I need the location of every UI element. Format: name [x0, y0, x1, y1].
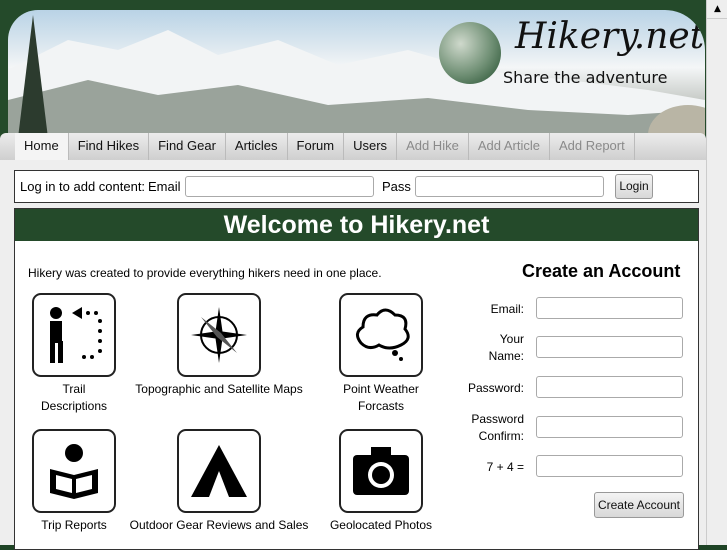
- email-label: Email: [148, 179, 181, 194]
- create-account-title: Create an Account: [522, 261, 681, 281]
- nav-add-article: Add Article: [469, 133, 550, 160]
- nav-find-gear[interactable]: Find Gear: [149, 133, 226, 160]
- captcha-label: 7 + 4 =: [486, 460, 524, 474]
- feature-label: Point Weather Forcasts: [343, 382, 419, 413]
- content-area: Log in to add content: Email Pass Login …: [0, 160, 706, 550]
- signup-password-input[interactable]: [536, 376, 683, 398]
- scroll-up-icon[interactable]: ▲: [707, 0, 727, 19]
- signup-email-input[interactable]: [536, 297, 683, 319]
- nav-users[interactable]: Users: [344, 133, 398, 160]
- feature-weather[interactable]: Point Weather Forcasts: [291, 293, 471, 415]
- reader-icon: [32, 429, 116, 513]
- login-email-input[interactable]: [185, 176, 374, 197]
- hiker-icon: [32, 293, 116, 377]
- logo-globe-icon: [439, 22, 501, 84]
- scrollbar[interactable]: ▲: [706, 0, 727, 545]
- site-logo[interactable]: Hikery.net Share the adventure: [433, 14, 705, 104]
- feature-label: Geolocated Photos: [329, 518, 433, 532]
- pass-label: Pass: [382, 179, 411, 194]
- feature-label: Trail Descriptions: [40, 382, 108, 413]
- page: Hikery.net Share the adventure Home Find…: [0, 0, 706, 550]
- tent-icon: [177, 429, 261, 513]
- welcome-heading: Welcome to Hikery.net: [15, 209, 698, 241]
- password-label: Password:: [467, 381, 524, 395]
- main-panel: Welcome to Hikery.net Hikery was created…: [14, 208, 699, 550]
- feature-label: Topographic and Satellite Maps: [135, 382, 303, 396]
- nav-articles[interactable]: Articles: [226, 133, 288, 160]
- confirm-label: Password Confirm:: [471, 412, 524, 443]
- intro-text: Hikery was created to provide everything…: [28, 266, 382, 280]
- signup-confirm-input[interactable]: [536, 416, 683, 438]
- login-button[interactable]: Login: [615, 174, 653, 199]
- camera-icon: [339, 429, 423, 513]
- feature-gear-reviews[interactable]: Outdoor Gear Reviews and Sales: [129, 429, 309, 534]
- create-account-button[interactable]: Create Account: [594, 492, 684, 518]
- email-label: Email:: [490, 302, 524, 316]
- login-password-input[interactable]: [415, 176, 604, 197]
- captcha-input[interactable]: [536, 455, 683, 477]
- compass-icon: [177, 293, 261, 377]
- nav-find-hikes[interactable]: Find Hikes: [69, 133, 150, 160]
- nav-add-report: Add Report: [550, 133, 635, 160]
- name-label: Your Name:: [488, 332, 524, 363]
- nav-add-hike: Add Hike: [397, 133, 469, 160]
- feature-label: Outdoor Gear Reviews and Sales: [129, 518, 309, 532]
- logo-tagline: Share the adventure: [503, 68, 668, 87]
- nav-forum[interactable]: Forum: [288, 133, 345, 160]
- cloud-icon: [339, 293, 423, 377]
- feature-photos[interactable]: Geolocated Photos: [291, 429, 471, 534]
- logo-title: Hikery.net: [515, 16, 705, 57]
- nav-home[interactable]: Home: [15, 133, 69, 160]
- feature-maps[interactable]: Topographic and Satellite Maps: [129, 293, 309, 398]
- header-banner: Hikery.net Share the adventure: [8, 10, 705, 138]
- login-prompt: Log in to add content:: [20, 179, 146, 194]
- main-nav: Home Find Hikes Find Gear Articles Forum…: [0, 133, 706, 160]
- signup-name-input[interactable]: [536, 336, 683, 358]
- login-bar: Log in to add content: Email Pass Login: [14, 170, 699, 203]
